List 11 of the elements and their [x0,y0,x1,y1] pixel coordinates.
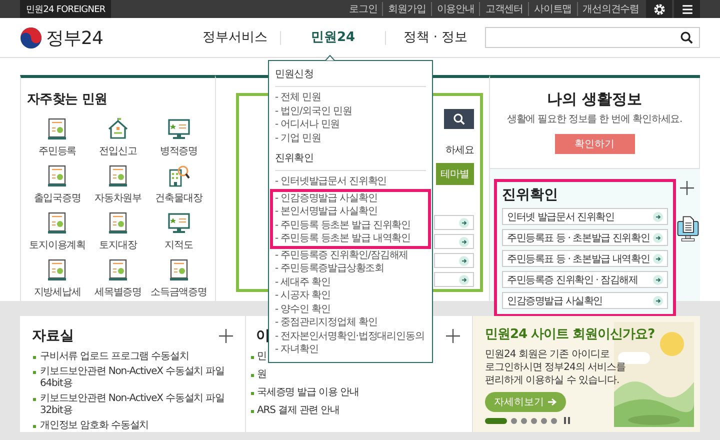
panel-title: 자주찾는 민원 [27,91,108,108]
panel-title: 자료실 [32,327,74,345]
banner-title: 민원24 사이트 회원이신가요? [485,326,656,343]
menu-section-title: 진위확인 [275,151,426,171]
panel-description: 생활에 필요한 정보를 한 번에 확인하세요. [506,113,684,126]
hint-text: 하세요 [446,144,474,157]
panel-title: 나의 생활정보 [546,90,644,109]
menu-section-title: 민원신청 [275,67,426,87]
banner-text: 민원24 회원은 기존 아이디로 로그인하시면 정부24의 서비스를 편리하게 이용하실 수 있습니다. [485,348,627,387]
panel-title: 진위확인 [502,186,559,204]
panel-title: 이 [256,327,270,345]
